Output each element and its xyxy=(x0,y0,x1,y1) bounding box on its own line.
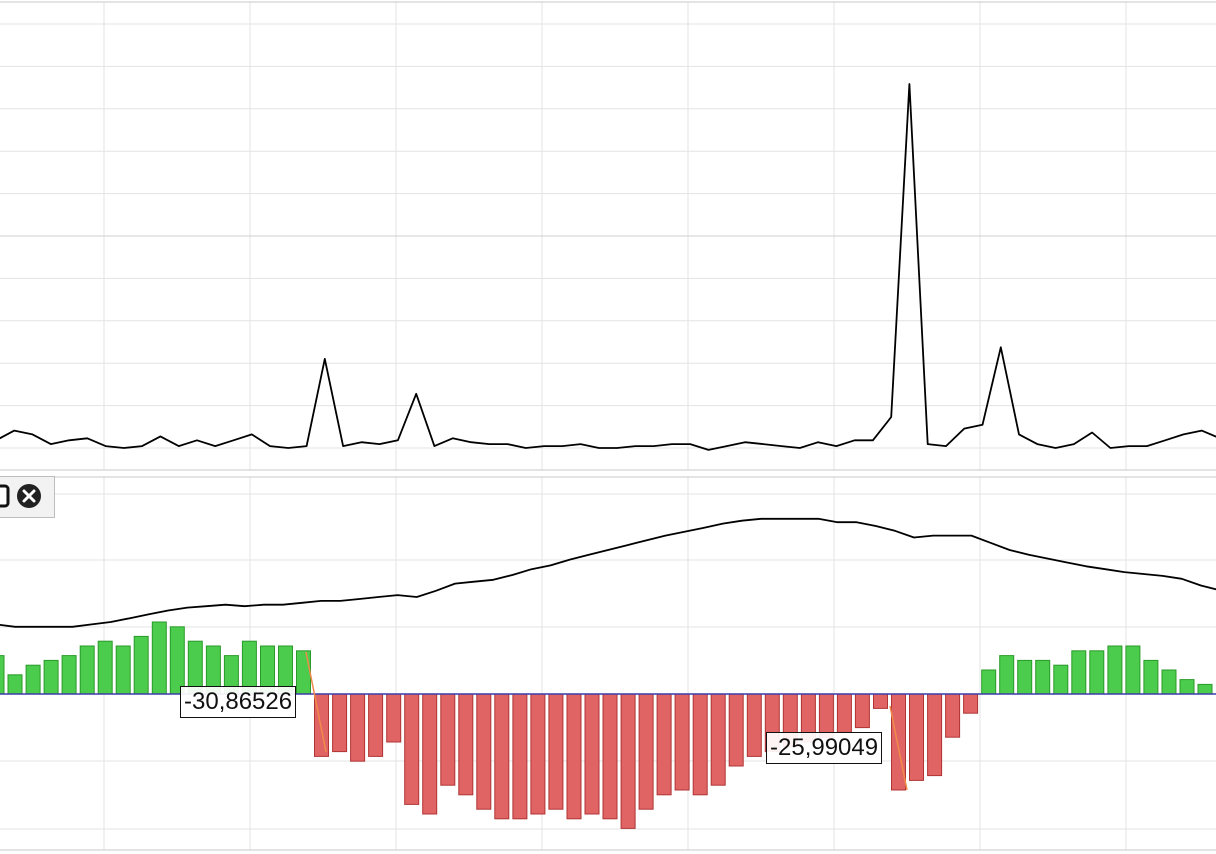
histogram-bar xyxy=(61,655,77,695)
upper-price-panel xyxy=(0,83,1216,451)
histogram-bar xyxy=(909,693,924,781)
histogram-bar xyxy=(350,693,366,762)
histogram-bar xyxy=(296,650,311,695)
histogram-bar xyxy=(710,693,726,786)
histogram-bar xyxy=(963,693,979,714)
histogram-bar xyxy=(1107,645,1123,695)
histogram-bar xyxy=(332,693,348,753)
histogram-bar xyxy=(981,669,997,695)
histogram-bar xyxy=(1143,659,1159,695)
lower-indicator-panel xyxy=(0,517,1216,829)
histogram-bar xyxy=(638,693,654,810)
histogram-bar xyxy=(7,674,23,695)
histogram-bar xyxy=(674,693,690,791)
histogram-bar xyxy=(746,693,762,757)
histogram-bar xyxy=(1179,679,1195,695)
histogram-bar xyxy=(656,693,672,796)
histogram-bar xyxy=(1197,683,1213,695)
histogram-bar xyxy=(1161,669,1177,695)
histogram-bar xyxy=(79,645,95,695)
histogram-bar xyxy=(440,693,456,786)
histogram-bar xyxy=(404,693,420,805)
histogram-bar xyxy=(458,693,474,796)
histogram-bar xyxy=(873,693,888,709)
histogram-bar xyxy=(854,693,870,729)
chart-stage xyxy=(0,1,1216,851)
histogram-bar xyxy=(512,693,528,820)
histogram-bar xyxy=(494,693,510,820)
histogram-bar xyxy=(1035,659,1051,695)
histogram-bar xyxy=(818,693,834,738)
histogram-bar xyxy=(836,693,852,733)
histogram-bar xyxy=(692,693,708,796)
histogram-bar xyxy=(422,693,438,815)
histogram-bar xyxy=(43,659,59,695)
histogram-bar xyxy=(620,693,636,829)
histogram-bar xyxy=(927,693,943,777)
histogram-bar xyxy=(1017,659,1033,695)
annotation-label: -25,99049 xyxy=(766,732,883,764)
histogram-bar xyxy=(945,693,961,738)
histogram-bar xyxy=(368,693,384,757)
annotation-label: -30,86526 xyxy=(180,686,297,718)
histogram-bar xyxy=(0,655,5,695)
histogram-bar xyxy=(169,626,185,695)
histogram-bar xyxy=(1089,650,1105,695)
histogram-bar xyxy=(25,664,41,695)
histogram-bar xyxy=(566,693,582,820)
histogram-bar xyxy=(602,693,618,820)
histogram-bar xyxy=(1125,645,1141,695)
histogram-bar xyxy=(1053,664,1069,695)
histogram-bar xyxy=(476,693,492,810)
histogram-bar xyxy=(530,693,546,815)
panel-toolbar xyxy=(0,476,55,518)
histogram-bar xyxy=(1071,650,1087,695)
histogram-bar xyxy=(386,693,402,743)
histogram-bar xyxy=(115,645,131,695)
histogram-bar xyxy=(999,655,1015,695)
upper-line-series xyxy=(0,83,1216,451)
close-icon[interactable] xyxy=(16,483,42,509)
lower-line-series xyxy=(0,517,1216,628)
histogram-bars xyxy=(0,621,1213,829)
histogram-bar xyxy=(133,635,149,695)
histogram-bar xyxy=(548,693,564,810)
histogram-bar xyxy=(728,693,744,767)
histogram-bar xyxy=(584,693,600,815)
histogram-bar xyxy=(97,640,113,695)
histogram-bar xyxy=(151,621,167,695)
